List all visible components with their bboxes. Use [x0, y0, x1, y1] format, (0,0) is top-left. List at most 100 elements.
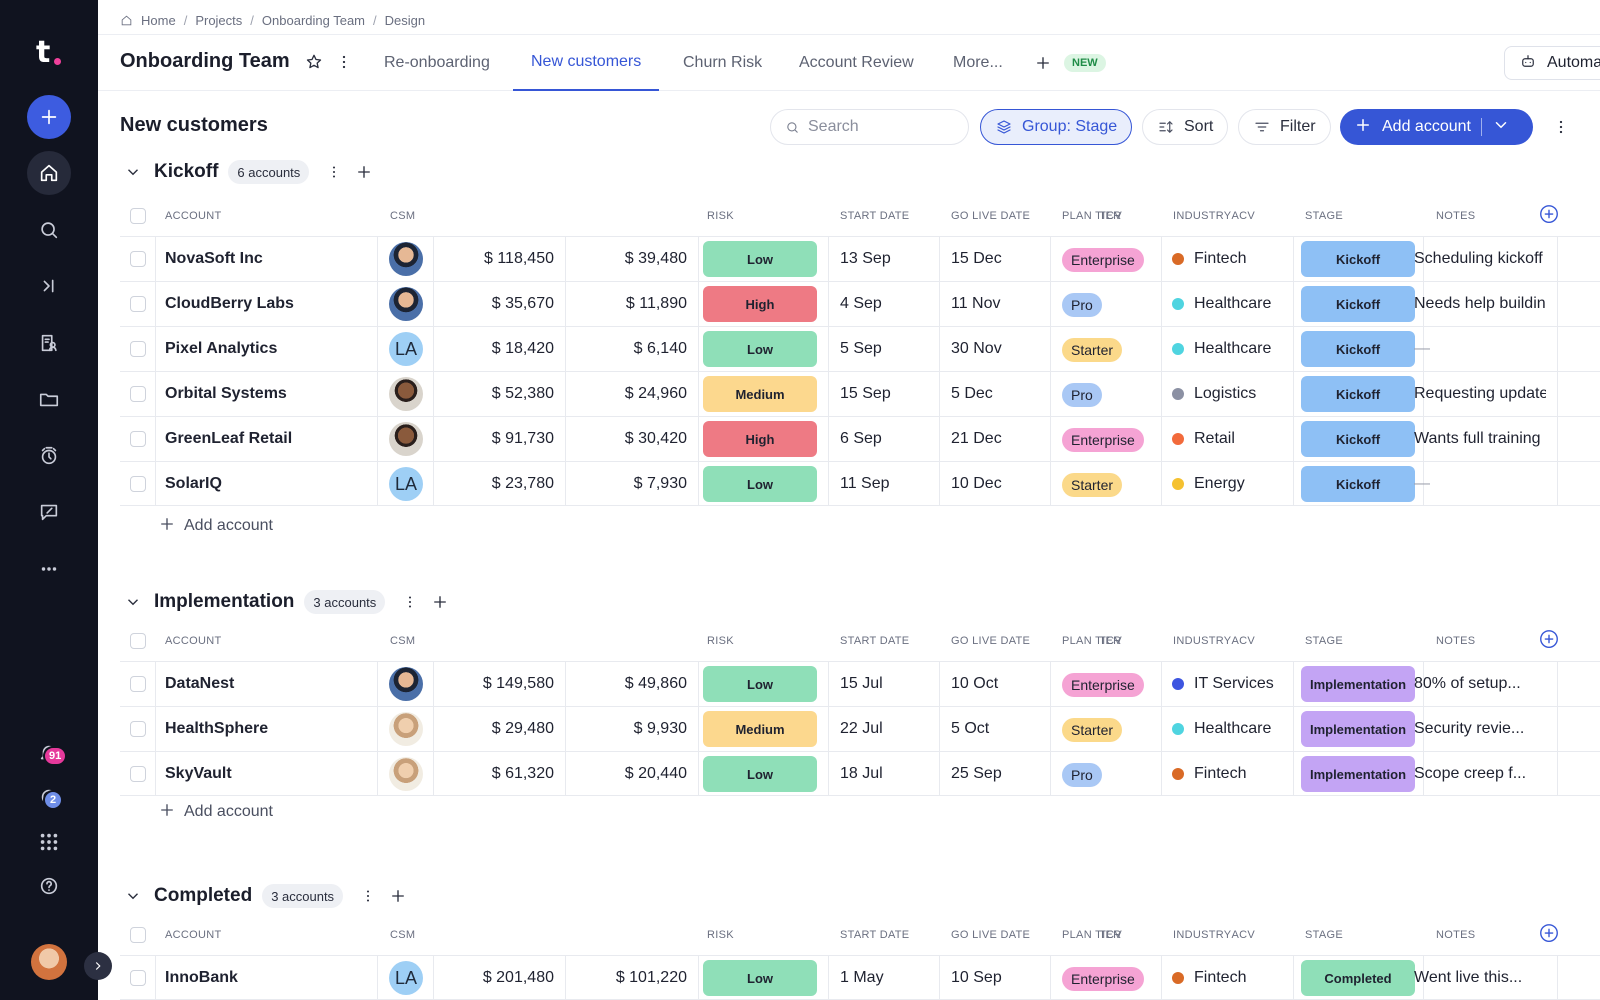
app-logo[interactable]: t — [36, 36, 50, 70]
sidebar-item-timer[interactable] — [27, 434, 71, 478]
notes-cell[interactable]: — — [1414, 327, 1546, 371]
stage-badge[interactable]: Kickoff — [1301, 331, 1415, 367]
stage-badge[interactable]: Kickoff — [1301, 421, 1415, 457]
sidebar-item-feedback[interactable] — [27, 490, 71, 534]
column-header-account[interactable]: ACCOUNT — [165, 210, 222, 222]
sidebar-collapse-button[interactable] — [84, 952, 112, 980]
risk-badge[interactable]: Low — [703, 331, 817, 367]
plan-tier-badge[interactable]: Pro — [1062, 293, 1102, 317]
column-header-industry[interactable]: INDUSTRY — [1173, 210, 1231, 222]
stage-badge[interactable]: Kickoff — [1301, 466, 1415, 502]
table-row[interactable]: Orbital Systems $ 52,380 $ 24,960 Medium 15 … — [120, 371, 1600, 416]
row-checkbox[interactable] — [130, 341, 146, 357]
add-column-button[interactable] — [1538, 203, 1560, 225]
account-name[interactable]: GreenLeaf Retail — [165, 417, 292, 461]
notes-cell[interactable]: Scheduling kickoff — [1414, 237, 1546, 281]
plan-tier-badge[interactable]: Starter — [1062, 338, 1123, 362]
tab-churn-risk[interactable]: Churn Risk — [683, 35, 762, 91]
csm-avatar-initials[interactable]: LA — [389, 332, 423, 366]
csm-avatar-initials[interactable]: LA — [389, 467, 423, 501]
column-header-stage[interactable]: STAGE — [1305, 210, 1343, 222]
risk-badge[interactable]: Low — [703, 756, 817, 792]
plan-tier-badge[interactable]: Enterprise — [1062, 428, 1144, 452]
plan-tier-badge[interactable]: Pro — [1062, 763, 1102, 787]
row-checkbox[interactable] — [130, 386, 146, 402]
plan-tier-badge[interactable]: Enterprise — [1062, 673, 1144, 697]
column-header-csm[interactable]: CSM — [390, 210, 415, 222]
column-header-stage[interactable]: STAGE — [1305, 635, 1343, 647]
csm-avatar[interactable] — [389, 757, 423, 791]
column-header-csm[interactable]: CSM — [390, 635, 415, 647]
column-header-go-live-date[interactable]: GO LIVE DATE — [951, 210, 1030, 222]
account-name[interactable]: InnoBank — [165, 956, 238, 1000]
table-row[interactable]: DataNest $ 149,580 $ 49,860 Low 15 Jul 10 Oct… — [120, 661, 1600, 706]
tab-new-customers[interactable]: New customers — [513, 35, 660, 91]
sidebar-item-expand[interactable] — [27, 264, 71, 308]
plan-tier-badge[interactable]: Starter — [1062, 718, 1123, 742]
column-header-industry[interactable]: INDUSTRY — [1173, 635, 1231, 647]
plus-icon[interactable] — [355, 163, 373, 181]
select-all-checkbox[interactable] — [130, 927, 146, 943]
column-header-stage[interactable]: STAGE — [1305, 929, 1343, 941]
plan-tier-badge[interactable]: Enterprise — [1062, 248, 1144, 272]
notes-cell[interactable]: Security revie... — [1414, 707, 1546, 751]
table-row[interactable]: HealthSphere $ 29,480 $ 9,930 Medium 22 Jul 5… — [120, 706, 1600, 751]
column-header-plan-tier[interactable]: PLAN TIER — [1062, 929, 1121, 941]
favorite-button[interactable] — [304, 52, 324, 72]
stage-badge[interactable]: Implementation — [1301, 756, 1415, 792]
column-header-risk[interactable]: RISK — [707, 635, 734, 647]
risk-badge[interactable]: Low — [703, 466, 817, 502]
csm-avatar[interactable] — [389, 242, 423, 276]
risk-badge[interactable]: Medium — [703, 711, 817, 747]
notes-cell[interactable]: Requesting updates — [1414, 372, 1546, 416]
column-header-go-live-date[interactable]: GO LIVE DATE — [951, 635, 1030, 647]
account-name[interactable]: NovaSoft Inc — [165, 237, 263, 281]
plan-tier-badge[interactable]: Starter — [1062, 473, 1123, 497]
search-input[interactable] — [808, 118, 958, 136]
account-name[interactable]: SolarIQ — [165, 462, 222, 506]
stage-badge[interactable]: Implementation — [1301, 711, 1415, 747]
row-checkbox[interactable] — [130, 476, 146, 492]
column-header-go-live-date[interactable]: GO LIVE DATE — [951, 929, 1030, 941]
stage-badge[interactable]: Kickoff — [1301, 376, 1415, 412]
more-vertical-icon[interactable] — [325, 163, 343, 181]
add-account-button[interactable]: Add account — [1340, 109, 1533, 145]
csm-avatar-initials[interactable]: LA — [389, 961, 423, 995]
account-name[interactable]: Orbital Systems — [165, 372, 287, 416]
notes-cell[interactable]: — — [1414, 462, 1546, 506]
sort-button[interactable]: Sort — [1142, 109, 1229, 145]
toolbar-more-button[interactable] — [1551, 117, 1571, 137]
sidebar-item-home[interactable] — [27, 151, 71, 195]
chevron-down-icon[interactable] — [1492, 116, 1510, 139]
page-menu-button[interactable] — [334, 52, 354, 72]
plus-icon[interactable] — [389, 887, 407, 905]
more-vertical-icon[interactable] — [359, 887, 377, 905]
stage-badge[interactable]: Kickoff — [1301, 241, 1415, 277]
plan-tier-badge[interactable]: Pro — [1062, 383, 1102, 407]
add-column-button[interactable] — [1538, 922, 1560, 944]
column-header-notes[interactable]: NOTES — [1436, 635, 1475, 647]
csm-avatar[interactable] — [389, 422, 423, 456]
column-header-csm[interactable]: CSM — [390, 929, 415, 941]
column-header-risk[interactable]: RISK — [707, 929, 734, 941]
notes-cell[interactable]: Went live this... — [1414, 956, 1546, 1000]
search-box[interactable] — [770, 109, 969, 145]
plan-tier-badge[interactable]: Enterprise — [1062, 967, 1144, 991]
user-avatar[interactable] — [31, 944, 67, 980]
row-checkbox[interactable] — [130, 970, 146, 986]
table-row[interactable]: NovaSoft Inc $ 118,450 $ 39,480 Low 13 Sep 15… — [120, 236, 1600, 281]
row-checkbox[interactable] — [130, 676, 146, 692]
breadcrumb-team[interactable]: Onboarding Team — [262, 13, 365, 28]
breadcrumb-current[interactable]: Design — [385, 13, 425, 28]
risk-badge[interactable]: Medium — [703, 376, 817, 412]
tab-more[interactable]: More... — [953, 35, 1003, 91]
add-account-row-button[interactable]: Add account — [158, 798, 273, 826]
group-by-button[interactable]: Group: Stage — [980, 109, 1133, 145]
tab-re-onboarding[interactable]: Re-onboarding — [384, 35, 490, 91]
notes-cell[interactable]: 80% of setup... — [1414, 662, 1546, 706]
more-vertical-icon[interactable] — [401, 593, 419, 611]
account-name[interactable]: CloudBerry Labs — [165, 282, 294, 326]
row-checkbox[interactable] — [130, 721, 146, 737]
column-header-account[interactable]: ACCOUNT — [165, 929, 222, 941]
tab-account-review[interactable]: Account Review — [799, 35, 914, 91]
